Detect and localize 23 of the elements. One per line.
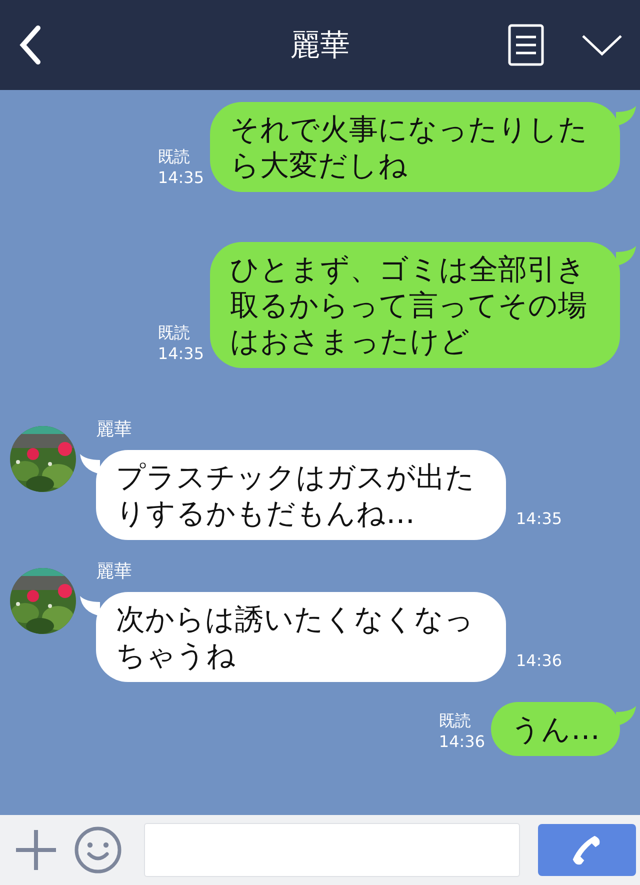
message-text: それで火事になったりしたら大変だしね bbox=[230, 112, 588, 182]
back-icon[interactable] bbox=[18, 25, 42, 65]
read-receipt: 既読 bbox=[158, 322, 191, 343]
call-button[interactable] bbox=[538, 824, 636, 876]
message-text: プラスチックはガスが出たりするかもだもんね… bbox=[116, 460, 475, 530]
chevron-down-icon[interactable] bbox=[582, 34, 622, 56]
message-time: 14:36 bbox=[516, 651, 562, 670]
read-receipt: 既読 bbox=[438, 710, 472, 731]
message-time: 14:35 bbox=[158, 167, 204, 188]
chat-title: 麗華 bbox=[290, 26, 350, 64]
sender-name: 麗華 bbox=[96, 418, 133, 442]
menu-icon[interactable] bbox=[508, 24, 544, 66]
message-text: 次からは誘いたくなくなっちゃうね bbox=[116, 602, 474, 672]
smiley-icon[interactable] bbox=[74, 826, 122, 874]
sender-name: 麗華 bbox=[96, 560, 133, 584]
message-time: 14:35 bbox=[516, 509, 562, 528]
message-time: 14:35 bbox=[158, 343, 204, 364]
message-text: ひとまず、ゴミは全部引き取るからって言ってその場はおさまったけど bbox=[230, 252, 587, 358]
message-text: うん… bbox=[511, 712, 600, 746]
read-receipt: 既読 bbox=[158, 146, 191, 167]
message-time: 14:36 bbox=[438, 731, 485, 752]
message-input-field[interactable] bbox=[144, 823, 520, 877]
plus-icon[interactable] bbox=[16, 830, 56, 870]
